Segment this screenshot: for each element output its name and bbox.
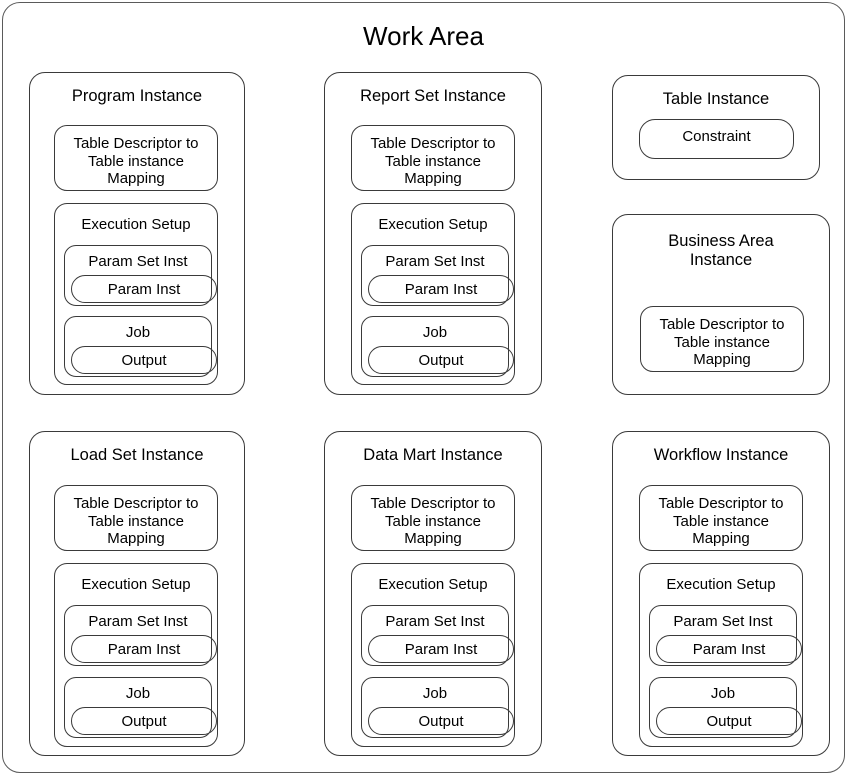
program-instance-table-descriptor-mapping[interactable]: Table Descriptor to Table instance Mappi… (54, 125, 218, 191)
constraint-label: Constraint (682, 128, 751, 145)
param-set-inst-label: Param Set Inst (385, 613, 485, 630)
table-descriptor-mapping-label: Table Descriptor to Table instance Mappi… (73, 135, 199, 188)
workflow-instance-table-descriptor-mapping[interactable]: Table Descriptor to Table instance Mappi… (639, 485, 803, 551)
load-set-instance-title: Load Set Instance (70, 446, 204, 464)
output-label: Output (418, 352, 464, 369)
job-label: Job (422, 324, 448, 341)
param-set-inst-label: Param Set Inst (88, 253, 188, 270)
workflow-instance-output[interactable]: Output (656, 707, 802, 735)
program-instance-title: Program Instance (71, 87, 203, 105)
workflow-instance-container[interactable]: Workflow Instance Table Descriptor to Ta… (612, 431, 830, 756)
load-set-instance-param-set-inst[interactable]: Param Set Inst Param Inst (64, 605, 217, 666)
table-descriptor-mapping-label: Table Descriptor to Table instance Mappi… (73, 495, 199, 548)
business-area-instance-table-descriptor-mapping[interactable]: Table Descriptor to Table instance Mappi… (640, 306, 804, 372)
param-inst-label: Param Inst (404, 281, 478, 298)
report-set-instance-execution-setup[interactable]: Execution Setup Param Set Inst Param Ins… (351, 203, 515, 385)
report-set-instance-job[interactable]: Job Output (361, 316, 514, 377)
business-area-instance-container[interactable]: Business Area Instance Table Descriptor … (612, 214, 830, 395)
table-instance-title: Table Instance (662, 90, 770, 108)
param-set-inst-label: Param Set Inst (88, 613, 188, 630)
report-set-instance-output[interactable]: Output (368, 346, 514, 374)
data-mart-instance-param-inst[interactable]: Param Inst (368, 635, 514, 663)
output-label: Output (121, 713, 167, 730)
work-area-title: Work Area (363, 21, 484, 51)
table-descriptor-mapping-label: Table Descriptor to Table instance Mappi… (658, 495, 784, 548)
program-instance-param-set-inst[interactable]: Param Set Inst Param Inst (64, 245, 217, 306)
execution-setup-label: Execution Setup (378, 216, 488, 233)
table-instance-container[interactable]: Table Instance Constraint (612, 75, 820, 180)
param-inst-label: Param Inst (692, 641, 766, 658)
execution-setup-label: Execution Setup (666, 576, 776, 593)
load-set-instance-execution-setup[interactable]: Execution Setup Param Set Inst Param Ins… (54, 563, 218, 747)
program-instance-job[interactable]: Job Output (64, 316, 217, 377)
data-mart-instance-container[interactable]: Data Mart Instance Table Descriptor to T… (324, 431, 542, 756)
report-set-instance-container[interactable]: Report Set Instance Table Descriptor to … (324, 72, 542, 395)
load-set-instance-param-inst[interactable]: Param Inst (71, 635, 217, 663)
param-set-inst-label: Param Set Inst (385, 253, 485, 270)
program-instance-execution-setup[interactable]: Execution Setup Param Set Inst Param Ins… (54, 203, 218, 385)
output-label: Output (418, 713, 464, 730)
execution-setup-label: Execution Setup (81, 576, 191, 593)
workflow-instance-param-inst[interactable]: Param Inst (656, 635, 802, 663)
job-label: Job (125, 685, 151, 702)
table-instance-constraint[interactable]: Constraint (639, 119, 794, 159)
param-inst-label: Param Inst (404, 641, 478, 658)
program-instance-param-inst[interactable]: Param Inst (71, 275, 217, 303)
data-mart-instance-param-set-inst[interactable]: Param Set Inst Param Inst (361, 605, 514, 666)
workflow-instance-title: Workflow Instance (653, 446, 789, 464)
param-inst-label: Param Inst (107, 641, 181, 658)
workflow-instance-execution-setup[interactable]: Execution Setup Param Set Inst Param Ins… (639, 563, 803, 747)
workflow-instance-param-set-inst[interactable]: Param Set Inst Param Inst (649, 605, 802, 666)
report-set-instance-title: Report Set Instance (360, 87, 506, 105)
data-mart-instance-title: Data Mart Instance (363, 446, 503, 464)
data-mart-instance-execution-setup[interactable]: Execution Setup Param Set Inst Param Ins… (351, 563, 515, 747)
job-label: Job (422, 685, 448, 702)
output-label: Output (121, 352, 167, 369)
param-set-inst-label: Param Set Inst (673, 613, 773, 630)
report-set-instance-table-descriptor-mapping[interactable]: Table Descriptor to Table instance Mappi… (351, 125, 515, 191)
data-mart-instance-table-descriptor-mapping[interactable]: Table Descriptor to Table instance Mappi… (351, 485, 515, 551)
table-descriptor-mapping-label: Table Descriptor to Table instance Mappi… (659, 316, 785, 369)
output-label: Output (706, 713, 752, 730)
load-set-instance-output[interactable]: Output (71, 707, 217, 735)
report-set-instance-param-set-inst[interactable]: Param Set Inst Param Inst (361, 245, 514, 306)
program-instance-output[interactable]: Output (71, 346, 217, 374)
data-mart-instance-job[interactable]: Job Output (361, 677, 514, 738)
execution-setup-label: Execution Setup (378, 576, 488, 593)
table-descriptor-mapping-label: Table Descriptor to Table instance Mappi… (370, 135, 496, 188)
load-set-instance-job[interactable]: Job Output (64, 677, 217, 738)
execution-setup-label: Execution Setup (81, 216, 191, 233)
job-label: Job (710, 685, 736, 702)
load-set-instance-table-descriptor-mapping[interactable]: Table Descriptor to Table instance Mappi… (54, 485, 218, 551)
job-label: Job (125, 324, 151, 341)
table-descriptor-mapping-label: Table Descriptor to Table instance Mappi… (370, 495, 496, 548)
diagram-canvas: Work Area Program Instance Table Descrip… (0, 0, 847, 775)
program-instance-container[interactable]: Program Instance Table Descriptor to Tab… (29, 72, 245, 395)
data-mart-instance-output[interactable]: Output (368, 707, 514, 735)
param-inst-label: Param Inst (107, 281, 181, 298)
workflow-instance-job[interactable]: Job Output (649, 677, 802, 738)
business-area-instance-title: Business Area Instance (668, 232, 774, 270)
load-set-instance-container[interactable]: Load Set Instance Table Descriptor to Ta… (29, 431, 245, 756)
report-set-instance-param-inst[interactable]: Param Inst (368, 275, 514, 303)
